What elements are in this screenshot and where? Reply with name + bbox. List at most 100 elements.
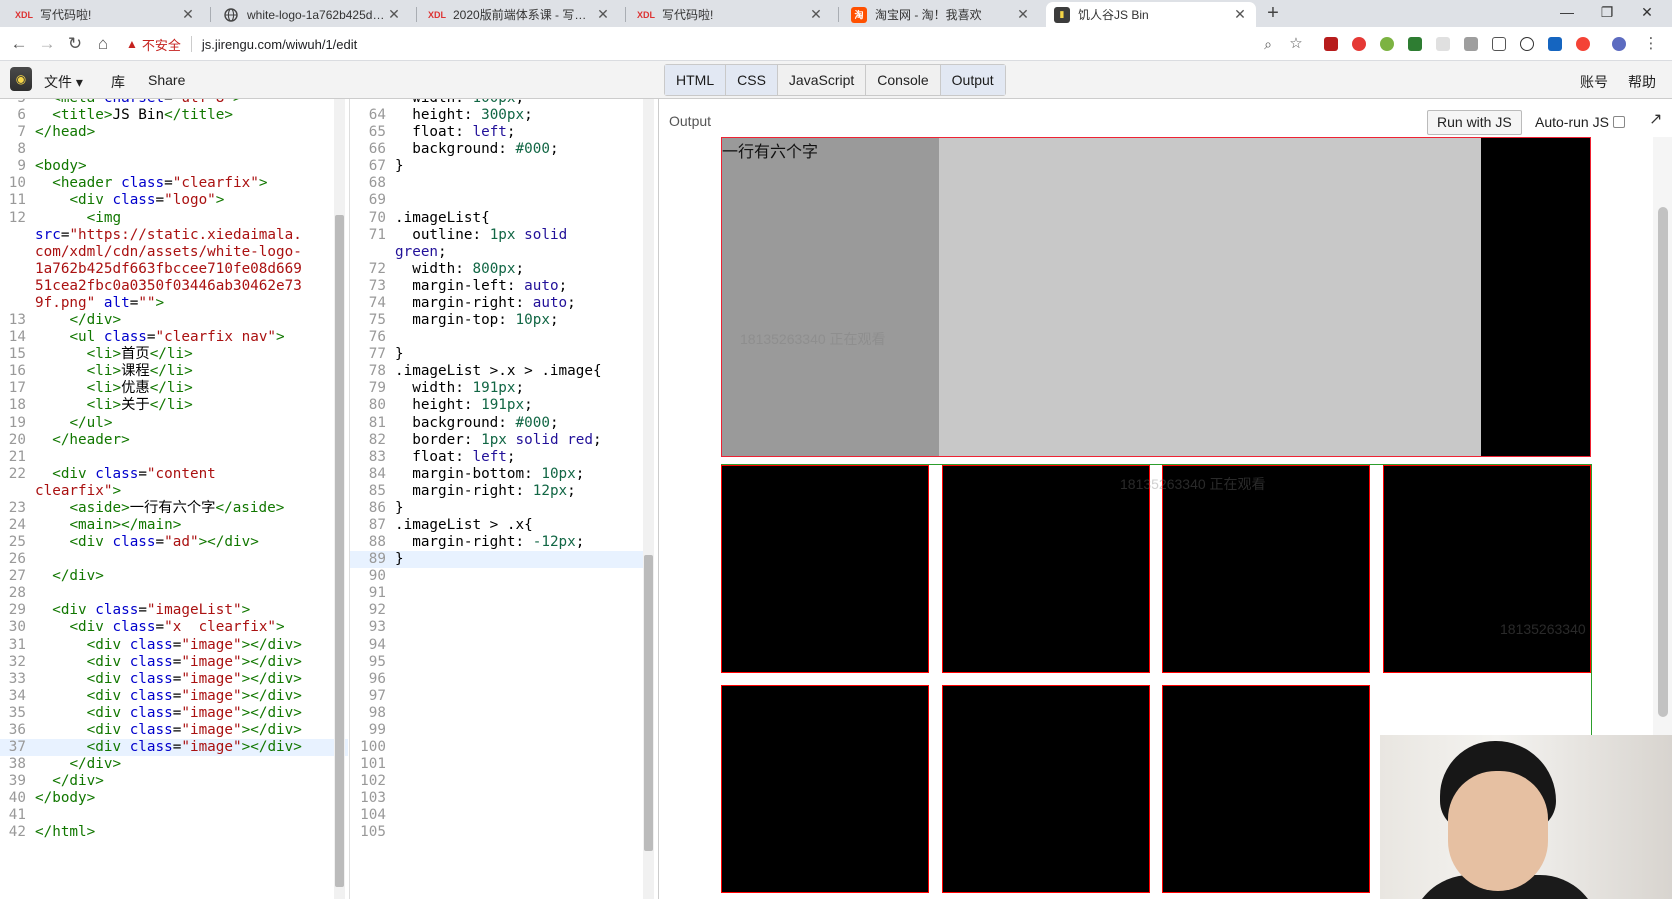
code-line[interactable]: 103 [350, 790, 644, 807]
code-line[interactable]: 70 .imageList{ [350, 210, 644, 227]
browser-tab-active[interactable]: ▮ 饥人谷JS Bin ✕ [1046, 2, 1256, 27]
back-icon[interactable]: ← [8, 33, 30, 55]
html-editor[interactable]: 5 <meta charset="utf-8">6 <title>JS Bin<… [0, 99, 348, 899]
forward-icon[interactable]: → [36, 33, 58, 55]
account-link[interactable]: 账号 [1580, 72, 1608, 92]
code-line[interactable]: 87 .imageList > .x{ [350, 517, 644, 534]
code-line[interactable]: 91 [350, 585, 644, 602]
address-bar[interactable]: ▲ 不安全 js.jirengu.com/wiwuh/1/edit [126, 31, 1306, 57]
minimize-icon[interactable]: — [1552, 4, 1582, 20]
code-line[interactable]: 31 <div class="image"></div> [0, 637, 348, 654]
menu-kebab-icon[interactable]: ⋮ [1640, 33, 1662, 55]
code-line[interactable]: 98 [350, 705, 644, 722]
browser-tab[interactable]: 淘 淘宝网 - 淘！我喜欢 ✕ [843, 2, 1039, 27]
info-extension-icon[interactable] [1520, 37, 1534, 51]
browser-tab[interactable]: XDL 2020版前端体系课 - 写代码啦! ✕ [421, 2, 619, 27]
profile-avatar-icon[interactable] [1612, 37, 1626, 51]
code-line[interactable]: 6 <title>JS Bin</title> [0, 107, 348, 124]
popout-arrow-icon[interactable]: ↗ [1649, 109, 1662, 129]
code-line[interactable]: 11 <div class="logo"> [0, 192, 348, 209]
code-line[interactable]: 29 <div class="imageList"> [0, 602, 348, 619]
code-line[interactable]: 85 margin-right: 12px; [350, 483, 644, 500]
code-line[interactable]: 69 [350, 192, 644, 209]
code-line[interactable]: 71 outline: 1px solid [350, 227, 644, 244]
code-line[interactable]: 51cea2fbc0a0350f03446ab30462e73 [0, 278, 348, 295]
code-line[interactable]: 81 background: #000; [350, 415, 644, 432]
code-line[interactable]: 12 <img [0, 210, 348, 227]
close-window-icon[interactable]: ✕ [1632, 4, 1662, 21]
extension-icon[interactable] [1436, 37, 1450, 51]
code-line[interactable]: 101 [350, 756, 644, 773]
ublock-extension-icon[interactable] [1324, 37, 1338, 51]
maximize-icon[interactable]: ❐ [1592, 4, 1622, 21]
home-icon[interactable]: ⌂ [92, 33, 114, 55]
close-tab-icon[interactable]: ✕ [1232, 6, 1248, 23]
code-line[interactable]: 10 <header class="clearfix"> [0, 175, 348, 192]
code-line[interactable]: 80 height: 191px; [350, 397, 644, 414]
code-line[interactable]: 1a762b425df663fbccee710fe08d669 [0, 261, 348, 278]
bookmark-star-icon[interactable]: ☆ [1285, 33, 1307, 55]
extension-icon[interactable] [1576, 37, 1590, 51]
code-line[interactable]: 14 <ul class="clearfix nav"> [0, 329, 348, 346]
code-line[interactable]: 102 [350, 773, 644, 790]
code-line[interactable]: 34 <div class="image"></div> [0, 688, 348, 705]
tab-html[interactable]: HTML [665, 65, 727, 95]
code-line[interactable]: 16 <li>课程</li> [0, 363, 348, 380]
code-line[interactable]: 99 [350, 722, 644, 739]
code-line[interactable]: 25 <div class="ad"></div> [0, 534, 348, 551]
code-line[interactable]: 40 </body> [0, 790, 348, 807]
code-line[interactable]: 18 <li>关于</li> [0, 397, 348, 414]
code-line[interactable]: 7 </head> [0, 124, 348, 141]
css-editor-scrollbar[interactable] [643, 99, 654, 899]
code-line[interactable]: 82 border: 1px solid red; [350, 432, 644, 449]
code-line[interactable]: 8 [0, 141, 348, 158]
browser-tab[interactable]: white-logo-1a762b425df663fb… ✕ [215, 2, 410, 27]
code-line[interactable]: 9f.png" alt=""> [0, 295, 348, 312]
blocker-extension-icon[interactable] [1352, 37, 1366, 51]
code-line[interactable]: 83 float: left; [350, 449, 644, 466]
tab-css[interactable]: CSS [726, 65, 778, 95]
code-line[interactable]: 86} [350, 500, 644, 517]
code-line[interactable]: 28 [0, 585, 348, 602]
code-line[interactable]: src="https://static.xiedaimala. [0, 227, 348, 244]
code-line[interactable]: 24 <main></main> [0, 517, 348, 534]
code-line[interactable]: width: 100px; [350, 99, 644, 107]
code-line[interactable]: 26 [0, 551, 348, 568]
extension-icon[interactable] [1548, 37, 1562, 51]
close-tab-icon[interactable]: ✕ [180, 6, 196, 23]
code-line[interactable]: 84 margin-bottom: 10px; [350, 466, 644, 483]
code-line[interactable]: 76 [350, 329, 644, 346]
code-line[interactable]: 5 <meta charset="utf-8"> [0, 99, 348, 107]
code-line[interactable]: 37 <div class="image"></div> [0, 739, 348, 757]
code-line[interactable]: 21 [0, 449, 348, 466]
url-text[interactable]: js.jirengu.com/wiwuh/1/edit [202, 37, 357, 52]
code-line[interactable]: 73 margin-left: auto; [350, 278, 644, 295]
extension-icon[interactable] [1380, 37, 1394, 51]
code-line[interactable]: 27 </div> [0, 568, 348, 585]
code-line[interactable]: 39 </div> [0, 773, 348, 790]
code-line[interactable]: 15 <li>首页</li> [0, 346, 348, 363]
code-line[interactable]: 9 <body> [0, 158, 348, 175]
code-line[interactable]: 22 <div class="content [0, 466, 348, 483]
tab-console[interactable]: Console [866, 65, 941, 95]
code-line[interactable]: 66 background: #000; [350, 141, 644, 158]
code-line[interactable]: 72 width: 800px; [350, 261, 644, 278]
code-line[interactable]: 67} [350, 158, 644, 175]
code-line[interactable]: 33 <div class="image"></div> [0, 671, 348, 688]
close-tab-icon[interactable]: ✕ [595, 6, 611, 23]
menu-library[interactable]: 库 [111, 72, 125, 92]
code-line[interactable]: 88 margin-right: -12px; [350, 534, 644, 551]
code-line[interactable]: 65 float: left; [350, 124, 644, 141]
browser-tab[interactable]: XDL 写代码啦! ✕ [8, 2, 204, 27]
code-line[interactable]: 30 <div class="x clearfix"> [0, 619, 348, 636]
code-line[interactable]: 90 [350, 568, 644, 585]
code-line[interactable]: 104 [350, 807, 644, 824]
jsbin-logo-icon[interactable]: ◉ [10, 67, 32, 91]
html-editor-scrollbar[interactable] [334, 99, 345, 899]
code-line[interactable]: 79 width: 191px; [350, 380, 644, 397]
menu-share[interactable]: Share [148, 72, 185, 88]
code-line[interactable]: 13 </div> [0, 312, 348, 329]
new-tab-button[interactable]: + [1262, 2, 1284, 25]
extension-icon[interactable] [1464, 37, 1478, 51]
code-line[interactable]: 97 [350, 688, 644, 705]
